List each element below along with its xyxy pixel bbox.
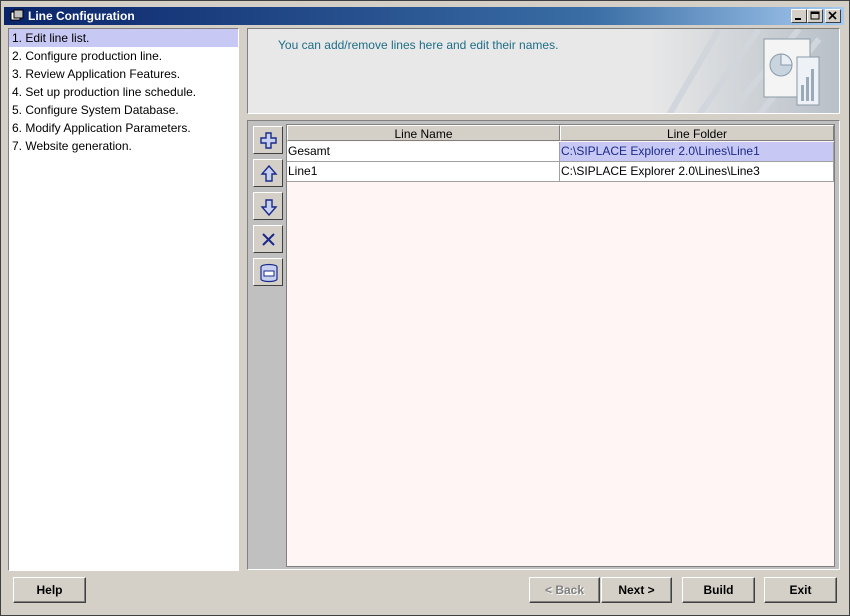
database-icon <box>260 263 278 283</box>
instruction-text: You can add/remove lines here and edit t… <box>278 38 559 52</box>
delete-icon <box>262 233 275 246</box>
back-button[interactable]: < Back <box>529 577 600 603</box>
table-row[interactable]: Gesamt C:\SIPLACE Explorer 2.0\Lines\Lin… <box>287 142 834 162</box>
delete-line-button[interactable] <box>253 225 283 253</box>
app-icon <box>10 9 24 21</box>
line-list-panel: Line Name Line Folder Gesamt C:\SIPLACE … <box>247 120 840 570</box>
column-header-line-folder[interactable]: Line Folder <box>560 125 834 141</box>
step-configure-system-database[interactable]: 5. Configure System Database. <box>9 101 238 119</box>
next-button[interactable]: Next > <box>601 577 672 603</box>
minimize-icon <box>795 18 801 20</box>
line-name-cell[interactable]: Line1 <box>287 162 560 182</box>
banner-chart-graphic <box>649 29 839 113</box>
close-button[interactable] <box>825 9 841 23</box>
move-down-icon <box>260 199 278 217</box>
build-button[interactable]: Build <box>682 577 755 603</box>
table-row[interactable]: Line1 C:\SIPLACE Explorer 2.0\Lines\Line… <box>287 162 834 182</box>
table-header: Line Name Line Folder <box>287 125 834 141</box>
step-configure-production-line[interactable]: 2. Configure production line. <box>9 47 238 65</box>
line-folder-cell[interactable]: C:\SIPLACE Explorer 2.0\Lines\Line3 <box>560 162 834 182</box>
add-icon <box>260 132 277 149</box>
column-header-line-name[interactable]: Line Name <box>287 125 560 141</box>
step-review-application-features[interactable]: 3. Review Application Features. <box>9 65 238 83</box>
wizard-steps-list: 1. Edit line list. 2. Configure producti… <box>8 28 239 571</box>
step-set-up-schedule[interactable]: 4. Set up production line schedule. <box>9 83 238 101</box>
step-edit-line-list[interactable]: 1. Edit line list. <box>9 29 238 47</box>
line-name-cell[interactable]: Gesamt <box>287 142 560 162</box>
instruction-banner: You can add/remove lines here and edit t… <box>247 28 840 114</box>
title-bar: Line Configuration <box>4 7 844 25</box>
window-title: Line Configuration <box>28 9 135 23</box>
database-button[interactable] <box>253 258 283 286</box>
line-configuration-window: Line Configuration 1. Edit line list. 2.… <box>0 0 850 616</box>
step-modify-application-parameters[interactable]: 6. Modify Application Parameters. <box>9 119 238 137</box>
add-line-button[interactable] <box>253 126 283 154</box>
maximize-icon <box>810 11 820 20</box>
help-button[interactable]: Help <box>13 577 86 603</box>
move-up-icon <box>260 164 278 182</box>
move-up-button[interactable] <box>253 159 283 187</box>
step-website-generation[interactable]: 7. Website generation. <box>9 137 238 155</box>
lines-table: Line Name Line Folder Gesamt C:\SIPLACE … <box>286 124 835 567</box>
line-folder-cell[interactable]: C:\SIPLACE Explorer 2.0\Lines\Line1 <box>560 142 834 162</box>
move-down-button[interactable] <box>253 192 283 220</box>
minimize-button[interactable] <box>791 9 807 23</box>
maximize-button[interactable] <box>807 9 823 23</box>
close-icon <box>828 11 837 20</box>
exit-button[interactable]: Exit <box>764 577 837 603</box>
